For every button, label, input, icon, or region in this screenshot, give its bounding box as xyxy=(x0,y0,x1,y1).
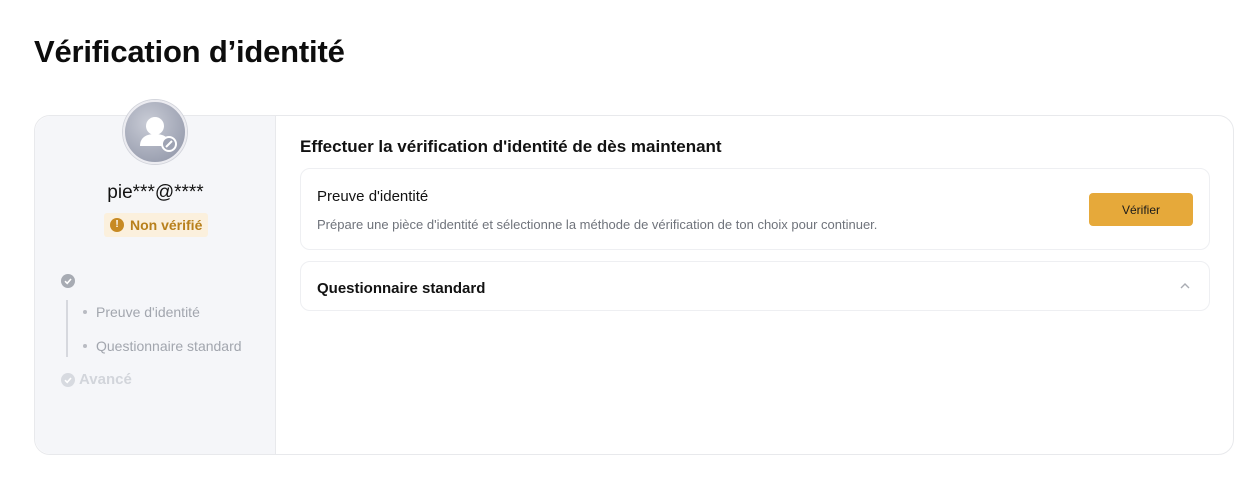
questionnaire-panel[interactable]: Questionnaire standard xyxy=(300,261,1210,311)
identity-proof-heading: Preuve d'identité xyxy=(317,188,429,205)
sidebar: pie***@**** ! Non vérifié Preuve d'ident… xyxy=(35,100,276,454)
identity-proof-description: Prépare une pièce d'identité et sélectio… xyxy=(317,217,878,232)
sub-step-label: Preuve d'identité xyxy=(96,304,200,320)
step-advanced-label: Avancé xyxy=(79,371,132,388)
status-badge: ! Non vérifié xyxy=(104,213,209,237)
warning-icon: ! xyxy=(110,218,124,232)
chevron-up-icon[interactable] xyxy=(1179,280,1191,292)
bullet-dot xyxy=(83,310,87,314)
identity-proof-panel: Preuve d'identité Prépare une pièce d'id… xyxy=(300,168,1210,250)
verification-card: pie***@**** ! Non vérifié Preuve d'ident… xyxy=(34,100,1234,455)
sub-step-identity-proof: Preuve d'identité xyxy=(83,304,200,320)
page-title: Vérification d’identité xyxy=(34,34,345,69)
status-label: Non vérifié xyxy=(130,217,203,233)
check-circle-icon xyxy=(61,274,75,288)
username: pie***@**** xyxy=(107,182,204,203)
verify-button[interactable]: Vérifier xyxy=(1089,193,1193,226)
questionnaire-heading: Questionnaire standard xyxy=(317,280,486,297)
main-title: Effectuer la vérification d'identité de … xyxy=(300,137,722,156)
sub-step-questionnaire: Questionnaire standard xyxy=(83,338,242,354)
sub-step-label: Questionnaire standard xyxy=(96,338,242,354)
bullet-dot xyxy=(83,344,87,348)
check-circle-icon xyxy=(61,373,75,387)
avatar xyxy=(123,100,187,164)
user-avatar-icon xyxy=(140,117,177,152)
step-connector xyxy=(66,300,68,357)
